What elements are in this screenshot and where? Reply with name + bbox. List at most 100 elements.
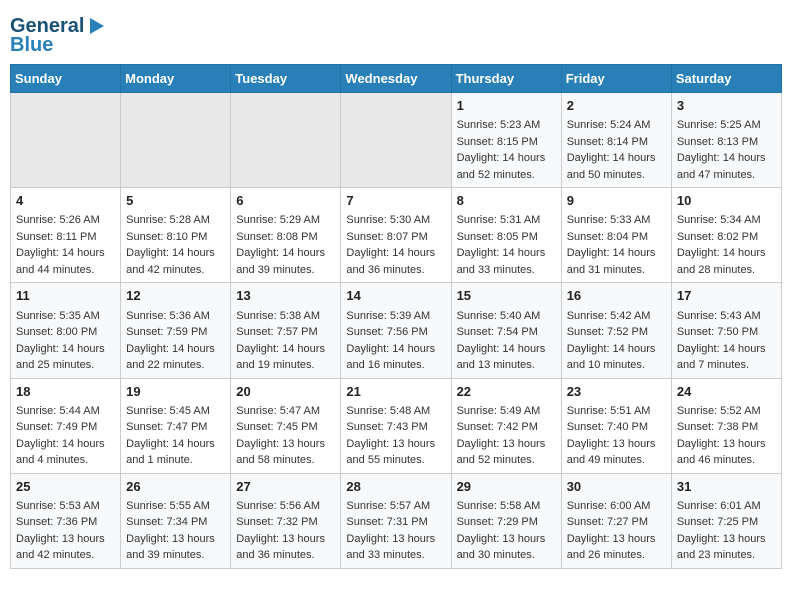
logo: General Blue xyxy=(10,15,108,56)
day-number: 4 xyxy=(16,192,115,210)
day-info: Sunrise: 5:58 AM Sunset: 7:29 PM Dayligh… xyxy=(457,498,556,564)
day-info: Sunrise: 5:45 AM Sunset: 7:47 PM Dayligh… xyxy=(126,403,225,469)
day-info: Sunrise: 5:53 AM Sunset: 7:36 PM Dayligh… xyxy=(16,498,115,564)
day-info: Sunrise: 5:44 AM Sunset: 7:49 PM Dayligh… xyxy=(16,403,115,469)
day-number: 18 xyxy=(16,383,115,401)
day-number: 14 xyxy=(346,287,445,305)
day-info: Sunrise: 5:49 AM Sunset: 7:42 PM Dayligh… xyxy=(457,403,556,469)
day-number: 8 xyxy=(457,192,556,210)
day-info: Sunrise: 5:35 AM Sunset: 8:00 PM Dayligh… xyxy=(16,308,115,374)
header-wednesday: Wednesday xyxy=(341,65,451,93)
day-info: Sunrise: 6:01 AM Sunset: 7:25 PM Dayligh… xyxy=(677,498,776,564)
day-number: 24 xyxy=(677,383,776,401)
calendar-cell: 16Sunrise: 5:42 AM Sunset: 7:52 PM Dayli… xyxy=(561,283,671,378)
calendar-cell: 23 Sunrise: 5:51 AM Sunset: 7:40 PM Dayli… xyxy=(561,378,671,473)
calendar-cell: 31Sunrise: 6:01 AM Sunset: 7:25 PM Dayli… xyxy=(671,473,781,568)
calendar-cell: 30 Sunrise: 6:00 AM Sunset: 7:27 PM Dayli… xyxy=(561,473,671,568)
calendar-cell: 14 Sunrise: 5:39 AM Sunset: 7:56 PM Dayli… xyxy=(341,283,451,378)
day-info: Sunrise: 5:29 AM Sunset: 8:08 PM Dayligh… xyxy=(236,212,335,278)
logo-blue: Blue xyxy=(10,34,53,56)
day-info: Sunrise: 5:39 AM Sunset: 7:56 PM Dayligh… xyxy=(346,308,445,374)
calendar-cell: 22 Sunrise: 5:49 AM Sunset: 7:42 PM Dayli… xyxy=(451,378,561,473)
day-number: 23 xyxy=(567,383,666,401)
calendar-cell xyxy=(231,93,341,188)
day-info: Sunrise: 5:42 AM Sunset: 7:52 PM Dayligh… xyxy=(567,308,666,374)
day-number: 15 xyxy=(457,287,556,305)
day-number: 22 xyxy=(457,383,556,401)
calendar-cell xyxy=(121,93,231,188)
day-number: 28 xyxy=(346,478,445,496)
day-info: Sunrise: 5:33 AM Sunset: 8:04 PM Dayligh… xyxy=(567,212,666,278)
header-tuesday: Tuesday xyxy=(231,65,341,93)
calendar-week-5: 25 Sunrise: 5:53 AM Sunset: 7:36 PM Dayli… xyxy=(11,473,782,568)
calendar-week-1: 1 Sunrise: 5:23 AM Sunset: 8:15 PM Daylig… xyxy=(11,93,782,188)
day-info: Sunrise: 5:56 AM Sunset: 7:32 PM Dayligh… xyxy=(236,498,335,564)
logo-arrow-icon xyxy=(86,15,108,37)
day-info: Sunrise: 5:31 AM Sunset: 8:05 PM Dayligh… xyxy=(457,212,556,278)
header-sunday: Sunday xyxy=(11,65,121,93)
calendar-cell: 7Sunrise: 5:30 AM Sunset: 8:07 PM Daylig… xyxy=(341,188,451,283)
day-number: 30 xyxy=(567,478,666,496)
day-number: 10 xyxy=(677,192,776,210)
calendar-cell: 26 Sunrise: 5:55 AM Sunset: 7:34 PM Dayli… xyxy=(121,473,231,568)
day-info: Sunrise: 5:23 AM Sunset: 8:15 PM Dayligh… xyxy=(457,117,556,183)
day-info: Sunrise: 5:48 AM Sunset: 7:43 PM Dayligh… xyxy=(346,403,445,469)
day-info: Sunrise: 5:36 AM Sunset: 7:59 PM Dayligh… xyxy=(126,308,225,374)
day-info: Sunrise: 5:26 AM Sunset: 8:11 PM Dayligh… xyxy=(16,212,115,278)
calendar-cell: 11 Sunrise: 5:35 AM Sunset: 8:00 PM Dayli… xyxy=(11,283,121,378)
calendar-cell: 4 Sunrise: 5:26 AM Sunset: 8:11 PM Daylig… xyxy=(11,188,121,283)
calendar-cell: 29 Sunrise: 5:58 AM Sunset: 7:29 PM Dayli… xyxy=(451,473,561,568)
calendar-cell: 5Sunrise: 5:28 AM Sunset: 8:10 PM Daylig… xyxy=(121,188,231,283)
day-number: 3 xyxy=(677,97,776,115)
calendar-cell xyxy=(341,93,451,188)
day-info: Sunrise: 5:25 AM Sunset: 8:13 PM Dayligh… xyxy=(677,117,776,183)
calendar-table: SundayMondayTuesdayWednesdayThursdayFrid… xyxy=(10,64,782,569)
day-info: Sunrise: 6:00 AM Sunset: 7:27 PM Dayligh… xyxy=(567,498,666,564)
calendar-week-2: 4 Sunrise: 5:26 AM Sunset: 8:11 PM Daylig… xyxy=(11,188,782,283)
calendar-cell xyxy=(11,93,121,188)
day-number: 17 xyxy=(677,287,776,305)
day-number: 1 xyxy=(457,97,556,115)
day-number: 11 xyxy=(16,287,115,305)
calendar-cell: 25 Sunrise: 5:53 AM Sunset: 7:36 PM Dayli… xyxy=(11,473,121,568)
calendar-cell: 19 Sunrise: 5:45 AM Sunset: 7:47 PM Dayli… xyxy=(121,378,231,473)
day-number: 29 xyxy=(457,478,556,496)
calendar-cell: 2Sunrise: 5:24 AM Sunset: 8:14 PM Daylig… xyxy=(561,93,671,188)
header-monday: Monday xyxy=(121,65,231,93)
day-number: 6 xyxy=(236,192,335,210)
calendar-cell: 1 Sunrise: 5:23 AM Sunset: 8:15 PM Daylig… xyxy=(451,93,561,188)
calendar-week-3: 11 Sunrise: 5:35 AM Sunset: 8:00 PM Dayli… xyxy=(11,283,782,378)
calendar-header-row: SundayMondayTuesdayWednesdayThursdayFrid… xyxy=(11,65,782,93)
day-info: Sunrise: 5:52 AM Sunset: 7:38 PM Dayligh… xyxy=(677,403,776,469)
day-number: 19 xyxy=(126,383,225,401)
day-number: 5 xyxy=(126,192,225,210)
day-number: 9 xyxy=(567,192,666,210)
day-info: Sunrise: 5:57 AM Sunset: 7:31 PM Dayligh… xyxy=(346,498,445,564)
calendar-cell: 27Sunrise: 5:56 AM Sunset: 7:32 PM Dayli… xyxy=(231,473,341,568)
day-info: Sunrise: 5:51 AM Sunset: 7:40 PM Dayligh… xyxy=(567,403,666,469)
day-info: Sunrise: 5:55 AM Sunset: 7:34 PM Dayligh… xyxy=(126,498,225,564)
calendar-cell: 12Sunrise: 5:36 AM Sunset: 7:59 PM Dayli… xyxy=(121,283,231,378)
calendar-week-4: 18 Sunrise: 5:44 AM Sunset: 7:49 PM Dayli… xyxy=(11,378,782,473)
calendar-cell: 9 Sunrise: 5:33 AM Sunset: 8:04 PM Daylig… xyxy=(561,188,671,283)
calendar-cell: 6 Sunrise: 5:29 AM Sunset: 8:08 PM Daylig… xyxy=(231,188,341,283)
day-number: 25 xyxy=(16,478,115,496)
day-number: 7 xyxy=(346,192,445,210)
day-number: 21 xyxy=(346,383,445,401)
day-number: 26 xyxy=(126,478,225,496)
day-info: Sunrise: 5:47 AM Sunset: 7:45 PM Dayligh… xyxy=(236,403,335,469)
calendar-cell: 3 Sunrise: 5:25 AM Sunset: 8:13 PM Daylig… xyxy=(671,93,781,188)
calendar-cell: 10Sunrise: 5:34 AM Sunset: 8:02 PM Dayli… xyxy=(671,188,781,283)
day-info: Sunrise: 5:24 AM Sunset: 8:14 PM Dayligh… xyxy=(567,117,666,183)
calendar-cell: 28 Sunrise: 5:57 AM Sunset: 7:31 PM Dayli… xyxy=(341,473,451,568)
calendar-cell: 17Sunrise: 5:43 AM Sunset: 7:50 PM Dayli… xyxy=(671,283,781,378)
calendar-cell: 18 Sunrise: 5:44 AM Sunset: 7:49 PM Dayli… xyxy=(11,378,121,473)
page-header: General Blue xyxy=(10,10,782,56)
header-saturday: Saturday xyxy=(671,65,781,93)
calendar-cell: 21 Sunrise: 5:48 AM Sunset: 7:43 PM Dayli… xyxy=(341,378,451,473)
day-info: Sunrise: 5:40 AM Sunset: 7:54 PM Dayligh… xyxy=(457,308,556,374)
day-info: Sunrise: 5:38 AM Sunset: 7:57 PM Dayligh… xyxy=(236,308,335,374)
calendar-cell: 13Sunrise: 5:38 AM Sunset: 7:57 PM Dayli… xyxy=(231,283,341,378)
day-number: 20 xyxy=(236,383,335,401)
calendar-cell: 15 Sunrise: 5:40 AM Sunset: 7:54 PM Dayli… xyxy=(451,283,561,378)
